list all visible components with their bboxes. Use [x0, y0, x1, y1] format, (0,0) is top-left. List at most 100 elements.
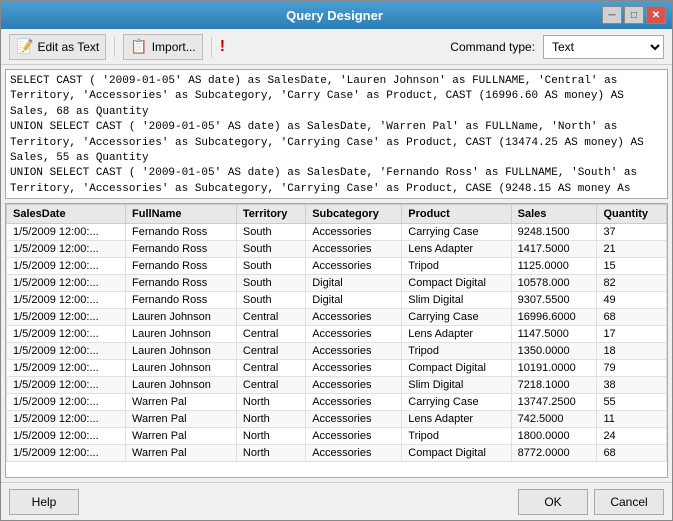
table-cell: Accessories [306, 309, 402, 326]
table-cell: Lauren Johnson [126, 309, 237, 326]
table-cell: 8772.0000 [511, 445, 597, 462]
table-row: 1/5/2009 12:00:...Lauren JohnsonCentralA… [7, 309, 667, 326]
table-cell: North [236, 411, 305, 428]
minimize-button[interactable]: ─ [602, 6, 622, 24]
table-cell: 18 [597, 343, 667, 360]
table-cell: 1/5/2009 12:00:... [7, 445, 126, 462]
table-cell: Central [236, 309, 305, 326]
table-cell: Fernando Ross [126, 258, 237, 275]
table-cell: Central [236, 377, 305, 394]
table-cell: South [236, 292, 305, 309]
table-cell: 1800.0000 [511, 428, 597, 445]
toolbar-separator-1 [114, 37, 115, 57]
table-cell: 1147.5000 [511, 326, 597, 343]
col-header-fullname: FullName [126, 205, 237, 224]
table-cell: 9307.5500 [511, 292, 597, 309]
command-type-label: Command type: [450, 40, 535, 54]
table-cell: 37 [597, 224, 667, 241]
table-cell: Fernando Ross [126, 241, 237, 258]
table-cell: 9248.1500 [511, 224, 597, 241]
table-cell: Warren Pal [126, 394, 237, 411]
exclamation-icon: ! [220, 38, 225, 56]
col-header-product: Product [402, 205, 511, 224]
title-bar: Query Designer ─ □ ✕ [1, 1, 672, 29]
table-cell: South [236, 241, 305, 258]
table-cell: Central [236, 343, 305, 360]
table-cell: Accessories [306, 224, 402, 241]
import-button[interactable]: 📋 Import... [123, 34, 202, 60]
table-row: 1/5/2009 12:00:...Fernando RossSouthAcce… [7, 224, 667, 241]
table-body: 1/5/2009 12:00:...Fernando RossSouthAcce… [7, 224, 667, 462]
table-cell: 38 [597, 377, 667, 394]
table-cell: 68 [597, 445, 667, 462]
edit-as-text-button[interactable]: 📝 Edit as Text [9, 34, 106, 60]
footer: Help OK Cancel [1, 482, 672, 520]
table-cell: Carrying Case [402, 394, 511, 411]
table-cell: Accessories [306, 241, 402, 258]
table-cell: 1/5/2009 12:00:... [7, 309, 126, 326]
cancel-button[interactable]: Cancel [594, 489, 664, 515]
command-type-select[interactable]: TextStoredProcedureTableDirect [543, 35, 664, 59]
window-controls: ─ □ ✕ [602, 6, 666, 24]
table-cell: Warren Pal [126, 445, 237, 462]
table-cell: 16996.6000 [511, 309, 597, 326]
table-cell: Central [236, 326, 305, 343]
table-cell: Slim Digital [402, 292, 511, 309]
table-cell: Fernando Ross [126, 292, 237, 309]
col-header-sales: Sales [511, 205, 597, 224]
table-cell: 82 [597, 275, 667, 292]
close-button[interactable]: ✕ [646, 6, 666, 24]
table-cell: 1/5/2009 12:00:... [7, 411, 126, 428]
table-cell: 49 [597, 292, 667, 309]
table-cell: 1/5/2009 12:00:... [7, 275, 126, 292]
col-header-salesdate: SalesDate [7, 205, 126, 224]
table-scroll[interactable]: SalesDateFullNameTerritorySubcategoryPro… [6, 204, 667, 477]
table-cell: 55 [597, 394, 667, 411]
table-cell: Lauren Johnson [126, 326, 237, 343]
table-cell: North [236, 445, 305, 462]
table-cell: South [236, 224, 305, 241]
table-row: 1/5/2009 12:00:...Lauren JohnsonCentralA… [7, 343, 667, 360]
table-cell: 21 [597, 241, 667, 258]
table-cell: Lens Adapter [402, 241, 511, 258]
help-button[interactable]: Help [9, 489, 79, 515]
table-cell: Accessories [306, 258, 402, 275]
ok-button[interactable]: OK [518, 489, 588, 515]
toolbar-separator-2 [211, 37, 212, 57]
footer-left: Help [9, 489, 79, 515]
table-row: 1/5/2009 12:00:...Lauren JohnsonCentralA… [7, 360, 667, 377]
table-cell: 10578.000 [511, 275, 597, 292]
import-icon: 📋 [130, 38, 147, 55]
table-row: 1/5/2009 12:00:...Fernando RossSouthAcce… [7, 241, 667, 258]
table-row: 1/5/2009 12:00:...Lauren JohnsonCentralA… [7, 326, 667, 343]
table-cell: 68 [597, 309, 667, 326]
table-cell: 15 [597, 258, 667, 275]
table-cell: Lauren Johnson [126, 343, 237, 360]
table-cell: Lens Adapter [402, 326, 511, 343]
table-cell: 79 [597, 360, 667, 377]
table-cell: North [236, 394, 305, 411]
table-cell: Tripod [402, 428, 511, 445]
col-header-subcategory: Subcategory [306, 205, 402, 224]
table-cell: 1125.0000 [511, 258, 597, 275]
sql-textarea[interactable] [5, 69, 668, 199]
table-cell: 1/5/2009 12:00:... [7, 360, 126, 377]
table-cell: Fernando Ross [126, 275, 237, 292]
table-cell: Central [236, 360, 305, 377]
table-cell: Accessories [306, 428, 402, 445]
table-row: 1/5/2009 12:00:...Warren PalNorthAccesso… [7, 428, 667, 445]
table-cell: South [236, 258, 305, 275]
edit-text-icon: 📝 [16, 38, 33, 55]
table-cell: Lauren Johnson [126, 377, 237, 394]
table-row: 1/5/2009 12:00:...Warren PalNorthAccesso… [7, 394, 667, 411]
maximize-button[interactable]: □ [624, 6, 644, 24]
table-cell: 1/5/2009 12:00:... [7, 224, 126, 241]
table-cell: Compact Digital [402, 445, 511, 462]
table-row: 1/5/2009 12:00:...Warren PalNorthAccesso… [7, 411, 667, 428]
table-cell: Compact Digital [402, 360, 511, 377]
table-cell: Accessories [306, 360, 402, 377]
table-cell: Lauren Johnson [126, 360, 237, 377]
table-cell: 1/5/2009 12:00:... [7, 258, 126, 275]
table-cell: Tripod [402, 343, 511, 360]
table-cell: Fernando Ross [126, 224, 237, 241]
